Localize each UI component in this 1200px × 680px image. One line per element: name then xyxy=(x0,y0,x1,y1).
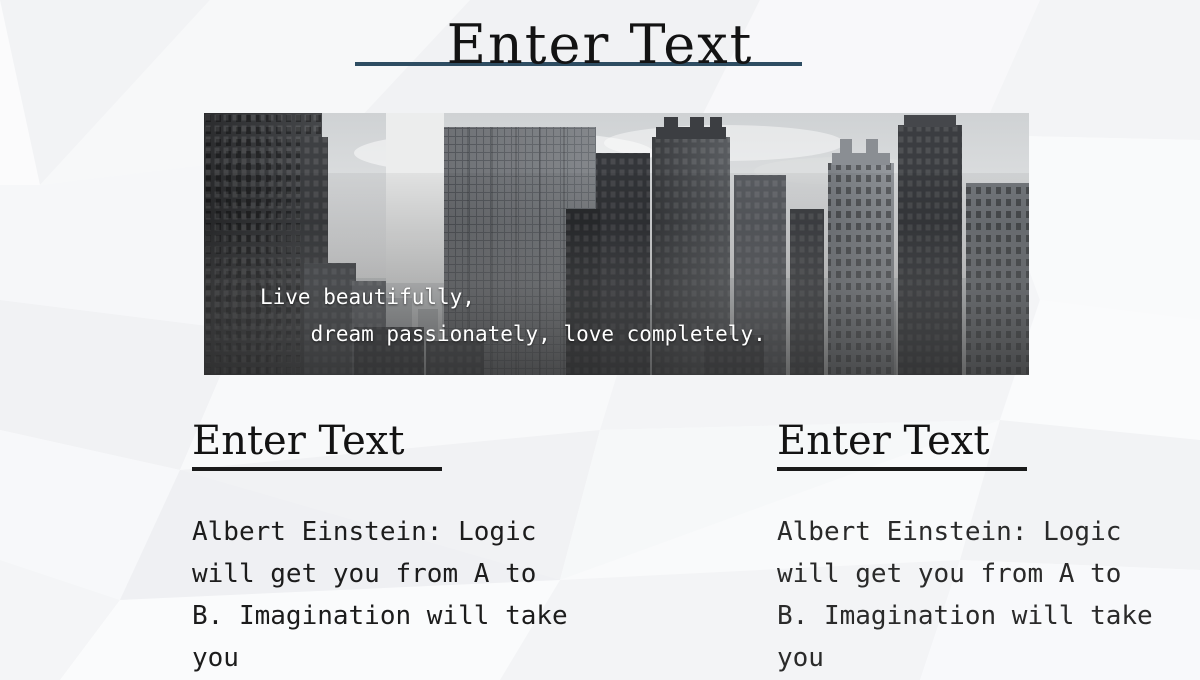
hero-image[interactable]: Live beautifully, dream passionately, lo… xyxy=(204,113,1029,375)
hero-caption[interactable]: Live beautifully, dream passionately, lo… xyxy=(260,279,1000,353)
presentation-slide: Enter Text Live beautifully, dream passi… xyxy=(0,0,1200,680)
text-column-left: Enter Text Albert Einstein: Logic will g… xyxy=(192,415,582,680)
column-heading-left[interactable]: Enter Text xyxy=(192,415,442,471)
slide-title-block: Enter Text xyxy=(0,8,1200,82)
text-column-right: Enter Text Albert Einstein: Logic will g… xyxy=(777,415,1167,680)
page-title[interactable]: Enter Text xyxy=(0,16,1200,74)
column-body-right[interactable]: Albert Einstein: Logic will get you from… xyxy=(777,511,1167,679)
column-heading-right[interactable]: Enter Text xyxy=(777,415,1027,471)
column-body-left[interactable]: Albert Einstein: Logic will get you from… xyxy=(192,511,582,679)
